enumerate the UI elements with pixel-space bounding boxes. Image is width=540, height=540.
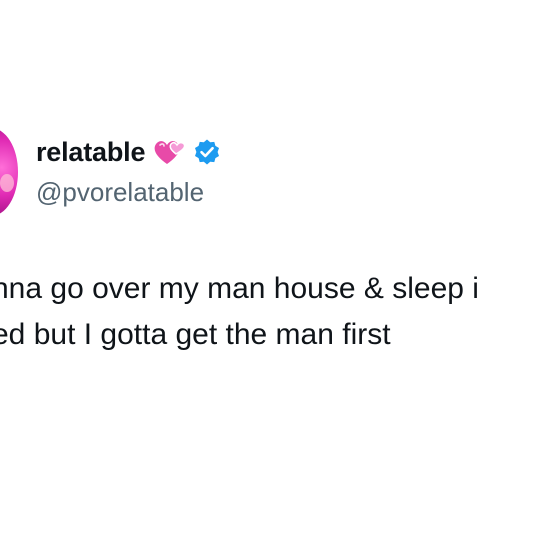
tweet-text: nna go over my man house & sleep i ed bu… xyxy=(0,268,540,360)
handle[interactable]: @pvorelatable xyxy=(36,174,221,210)
tweet-text-line-2: ed but I gotta get the man first xyxy=(0,318,391,351)
avatar-detail xyxy=(0,174,14,192)
name-row: relatable xyxy=(36,134,221,170)
two-hearts-icon xyxy=(153,137,187,167)
verified-badge-icon[interactable] xyxy=(193,138,221,166)
display-name[interactable]: relatable xyxy=(36,134,145,170)
tweet-text-line-1: nna go over my man house & sleep i xyxy=(0,272,479,305)
avatar[interactable] xyxy=(0,128,18,216)
tweet-card: relatable @pvorelatable nna go over my m… xyxy=(0,0,540,540)
tweet-header: relatable @pvorelatable xyxy=(36,134,221,210)
